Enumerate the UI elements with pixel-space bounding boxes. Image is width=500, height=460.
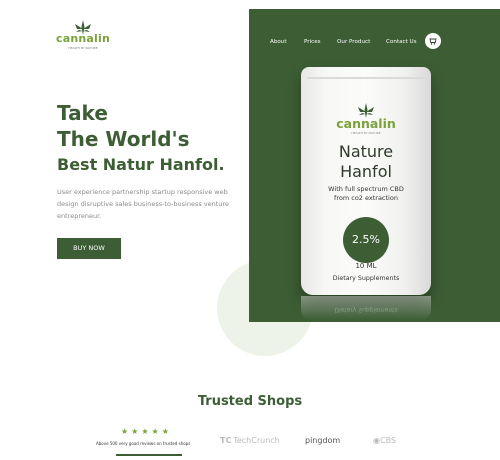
product-tagline: HEALTH BY NATURE bbox=[351, 131, 381, 135]
techcrunch-logo: TC TechCrunch bbox=[220, 436, 280, 445]
product-type: Dietary Supplements bbox=[332, 275, 400, 282]
main-nav: About Prices Our Product Contact Us bbox=[249, 33, 500, 51]
rating-stars: ★★★★★ bbox=[121, 427, 172, 436]
nav-about[interactable]: About bbox=[270, 39, 287, 45]
reviews-text: Above 500 very good reviews on trusted s… bbox=[96, 441, 191, 446]
techcrunch-icon: TC bbox=[220, 436, 232, 445]
product-volume: 10 ML bbox=[355, 262, 377, 270]
product-pouch: cannalin HEALTH BY NATURE Nature Hanfol … bbox=[301, 67, 431, 295]
product-name: Nature Hanfol bbox=[301, 142, 431, 182]
pouch-reflection: Dietary Supplements bbox=[301, 296, 431, 320]
reviews-underline bbox=[116, 454, 182, 456]
product-brand: cannalin bbox=[336, 116, 396, 131]
nav-contact-us[interactable]: Contact Us bbox=[386, 39, 417, 45]
nav-our-product[interactable]: Our Product bbox=[337, 39, 370, 45]
pouch-seal bbox=[307, 77, 425, 79]
brand-name: cannalin bbox=[55, 32, 110, 45]
nav-prices[interactable]: Prices bbox=[304, 39, 321, 45]
trusted-shops-title: Trusted Shops bbox=[197, 394, 303, 409]
headline-line1: Take bbox=[57, 101, 108, 125]
brand-logo[interactable]: cannalin HEALTH BY NATURE bbox=[55, 20, 111, 50]
buy-now-button[interactable]: BUY NOW bbox=[57, 238, 121, 259]
reflection-text: Dietary Supplements bbox=[334, 306, 398, 313]
product-description: With full spectrum CBD from co2 extracti… bbox=[328, 185, 404, 202]
cbs-logo: ◉CBS bbox=[373, 436, 396, 445]
headline-line3: Best Natur Hanfol. bbox=[57, 155, 225, 174]
pingdom-logo: pingdom bbox=[305, 436, 341, 445]
cbs-eye-icon: ◉ bbox=[373, 436, 380, 445]
headline-line2: The World's bbox=[57, 127, 190, 151]
brand-tagline: HEALTH BY NATURE bbox=[68, 46, 98, 50]
cart-button[interactable] bbox=[425, 33, 441, 49]
cart-icon bbox=[429, 38, 437, 45]
product-name-line2: Hanfol bbox=[340, 162, 392, 181]
hero-headline: Take The World's Best Natur Hanfol. bbox=[57, 100, 225, 176]
product-strength-badge: 2.5% bbox=[343, 217, 389, 263]
product-name-line1: Nature bbox=[338, 142, 394, 161]
hero-description: User experience partnership startup resp… bbox=[57, 188, 229, 220]
